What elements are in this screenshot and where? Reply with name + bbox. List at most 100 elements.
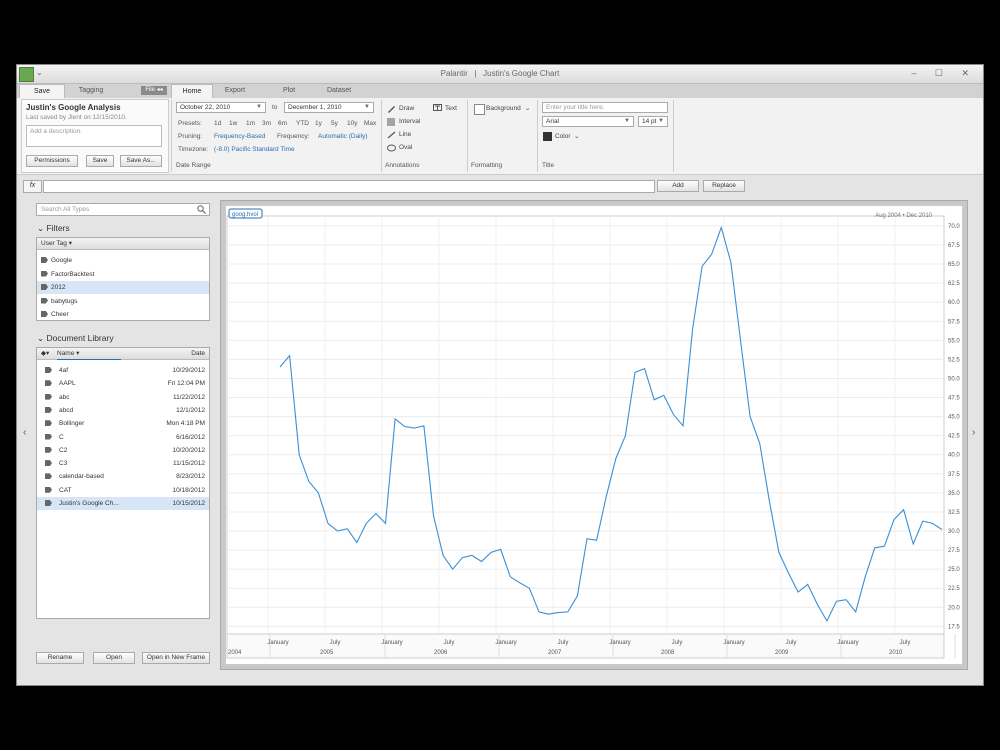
tab-tagging[interactable]: Tagging [69,84,113,98]
document-icon [45,380,52,387]
file-badge[interactable]: File ◂◂ [141,86,167,95]
end-date-select[interactable]: December 1, 2010 ▼ [284,102,374,113]
y-tick-label: 45.0 [948,415,960,421]
y-tick-label: 30.0 [948,529,960,535]
filter-label: Google [51,257,72,264]
search-input[interactable]: Search All Types [36,203,210,216]
document-row[interactable]: 4af 10/29/2012 [37,364,209,377]
document-row[interactable]: C 6/16/2012 [37,431,209,444]
draw-button[interactable]: Draw [399,105,414,112]
preset-1w[interactable]: 1w [229,120,237,127]
preset-3m[interactable]: 3m [262,120,271,127]
oval-button[interactable]: Oval [399,144,412,151]
search-placeholder: Search All Types [41,206,90,213]
start-date-value: October 22, 2010 [180,104,231,111]
title-bar: ⌄ Palantir | Justin's Google Chart – ☐ ✕ [17,65,983,84]
permissions-button[interactable]: Permissions [26,155,78,167]
filters-section-title[interactable]: ⌄ Filters [37,223,70,234]
tab-plot[interactable]: Plot [271,84,307,98]
preset-6m[interactable]: 6m [278,120,287,127]
filter-item[interactable]: FactorBacktest [37,268,209,281]
document-row[interactable]: abc 11/22/2012 [37,391,209,404]
formula-input[interactable] [43,180,655,193]
name-column-header[interactable]: Name ▾ [57,348,121,360]
start-date-select[interactable]: October 22, 2010 ▼ [176,102,266,113]
description-field[interactable]: Add a description. [26,125,162,147]
document-row[interactable]: abcd 12/1/2012 [37,404,209,417]
document-row[interactable]: Bollinger Mon 4:18 PM [37,417,209,430]
font-select[interactable]: Arial ▼ [542,116,634,127]
preset-1d[interactable]: 1d [214,120,221,127]
color-swatch[interactable] [543,132,552,141]
document-row[interactable]: C2 10/20/2012 [37,444,209,457]
replace-button[interactable]: Replace [703,180,745,192]
save-button[interactable]: Save [86,155,114,167]
chart-title-input[interactable]: Enter your title here. [542,102,668,113]
background-label[interactable]: Background [486,105,521,112]
presets-label: Presets: [178,120,202,127]
background-checkbox[interactable] [474,104,485,115]
function-button[interactable]: fx [23,180,42,193]
document-row[interactable]: Justin's Google Ch... 10/15/2012 [37,497,209,510]
x-month-label: January [723,640,744,646]
preset-10y[interactable]: 10y [347,120,357,127]
date-column-header[interactable]: Date [191,348,205,359]
y-tick-label: 32.5 [948,510,960,516]
rename-button[interactable]: Rename [36,652,84,664]
collapse-right-icon[interactable]: › [972,427,975,438]
font-size-select[interactable]: 14 pt ▼ [638,116,668,127]
window-controls[interactable]: – ☐ ✕ [911,68,977,79]
chevron-down-icon[interactable]: ⌄ [574,132,579,140]
text-button[interactable]: Text [445,105,457,112]
tab-save[interactable]: Save [19,84,65,99]
title-separator: | [474,69,477,78]
y-tick-label: 70.0 [948,224,960,230]
document-name: calendar-based [59,473,104,481]
chart-panel: 70.0 67.5 65.0 62.5 60.0 57.5 55.0 52.5 50.0 47.5… [220,200,968,670]
search-icon[interactable] [197,205,206,214]
preset-5y[interactable]: 5y [331,120,338,127]
x-month-label: January [495,640,516,646]
document-name: CAT [59,486,72,494]
color-button[interactable]: Color [555,133,571,140]
preset-ytd[interactable]: YTD [296,120,309,127]
document-row[interactable]: AAPL Fri 12:04 PM [37,377,209,390]
filter-item[interactable]: babytugs [37,295,209,308]
filter-item[interactable]: Cheer [37,308,209,321]
open-button[interactable]: Open [93,652,135,664]
timezone-link[interactable]: (-8.0) Pacific Standard Time [214,146,295,153]
tag-column-icon[interactable]: ◆▾ [41,348,49,359]
tab-home[interactable]: Home [171,84,213,99]
filter-item[interactable]: 2012 [37,281,209,294]
tab-dataset[interactable]: Dataset [319,84,359,98]
frequency-link[interactable]: Automatic (Daily) [318,133,367,140]
chevron-down-icon[interactable]: ⌄ [525,104,530,112]
user-tag-header: User Tag [41,240,67,247]
line-button[interactable]: Line [399,131,411,138]
x-year-label: 2005 [320,650,334,656]
document-row[interactable]: C3 11/15/2012 [37,457,209,470]
brand-name: Palantir [440,69,468,78]
save-as-button[interactable]: Save As... [120,155,162,167]
x-month-label: July [786,640,797,646]
collapse-left-icon[interactable]: ‹ [23,427,26,438]
preset-1m[interactable]: 1m [246,120,255,127]
filters-header[interactable]: User Tag ▾ [37,238,209,250]
tab-export[interactable]: Export [215,84,255,98]
add-button[interactable]: Add [657,180,699,192]
line-chart[interactable]: 70.0 67.5 65.0 62.5 60.0 57.5 55.0 52.5 50.0 47.5… [226,206,962,664]
pruning-link[interactable]: Frequency-Based [214,133,265,140]
filter-item[interactable]: Google [37,254,209,267]
y-tick-label: 60.0 [948,300,960,306]
open-in-new-frame-button[interactable]: Open in New Frame [142,652,210,664]
plot-frame [226,215,945,635]
x-axis-band [226,633,945,659]
preset-max[interactable]: Max [364,120,376,127]
document-row[interactable]: calendar-based 8/23/2012 [37,470,209,483]
interval-button[interactable]: Interval [399,118,420,125]
library-section-title[interactable]: ⌄ Document Library [37,333,114,344]
y-tick-label: 40.0 [948,453,960,459]
preset-1y[interactable]: 1y [315,120,322,127]
document-row[interactable]: CAT 10/18/2012 [37,484,209,497]
document-date: 10/29/2012 [172,367,205,374]
